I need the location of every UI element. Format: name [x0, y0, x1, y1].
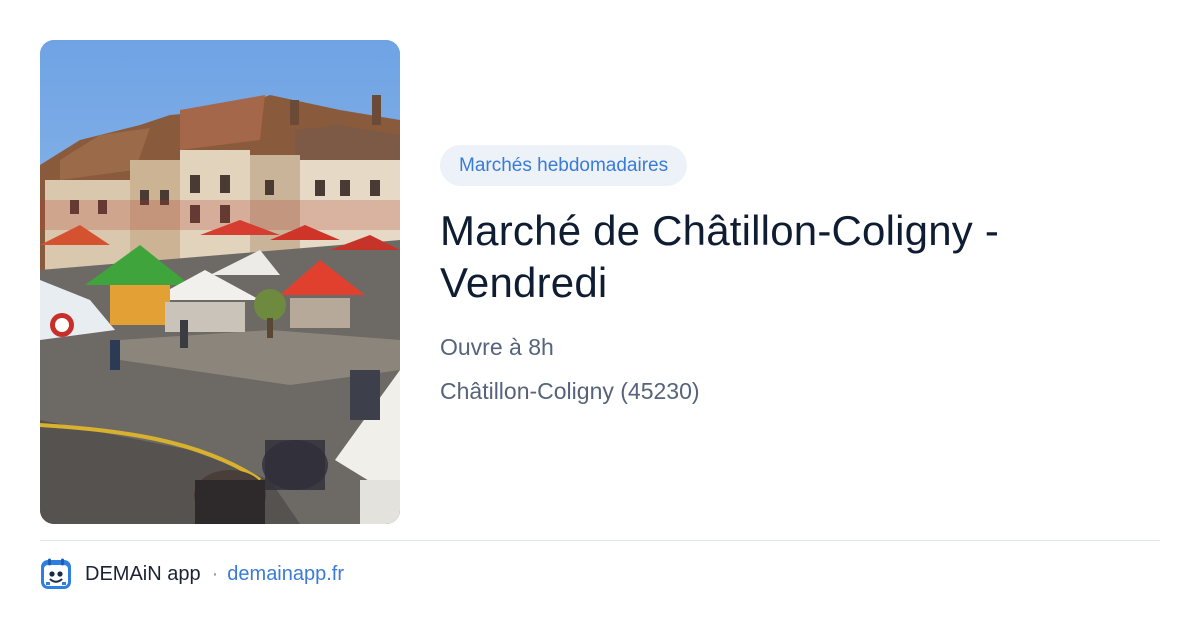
market-square-illustration — [40, 40, 400, 524]
calendar-face-icon — [41, 558, 71, 589]
footer-separator: · — [211, 562, 219, 585]
footer: DEMAiN app · demainapp.fr — [40, 558, 344, 590]
app-url-link[interactable]: demainapp.fr — [227, 563, 344, 586]
footer-divider — [40, 540, 1160, 541]
app-name: DEMAiN app — [85, 562, 201, 585]
opening-time: Ouvre à 8h — [440, 334, 554, 360]
category-badge[interactable]: Marchés hebdomadaires — [440, 145, 688, 186]
event-location: Châtillon-Coligny (45230) — [440, 378, 700, 404]
event-details: Marchés hebdomadaires Marché de Châtillo… — [440, 145, 1160, 405]
market-photo — [40, 40, 400, 524]
event-title[interactable]: Marché de Châtillon-Coligny - Vendredi — [440, 205, 1160, 309]
